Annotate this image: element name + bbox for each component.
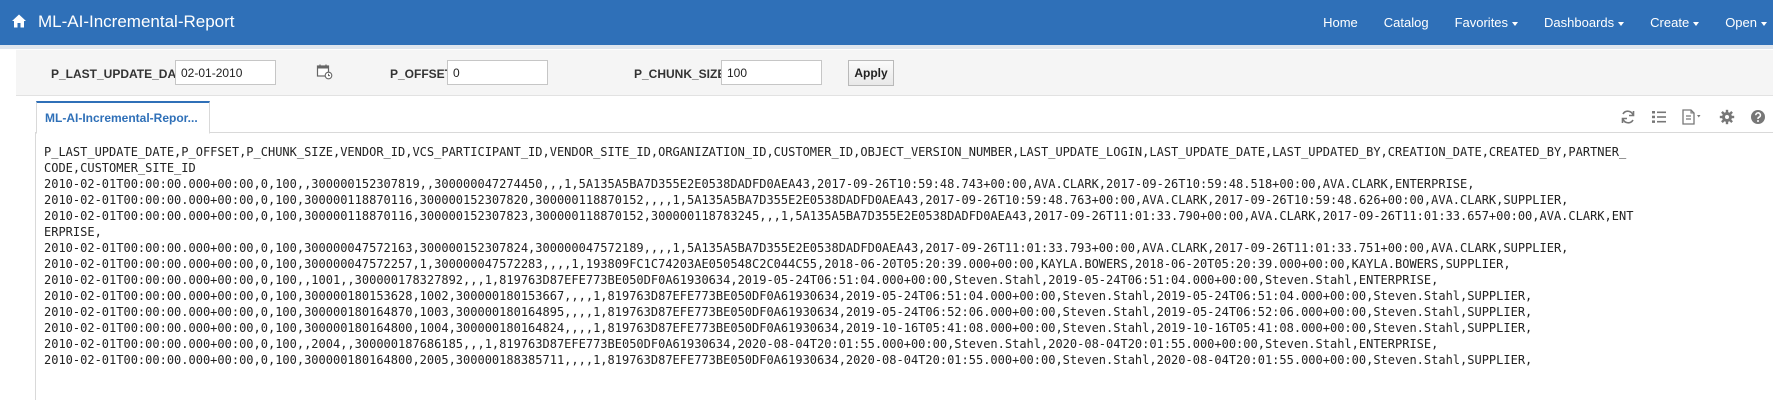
chevron-down-icon [1761,21,1767,26]
nav-dashboards[interactable]: Dashboards [1544,15,1625,30]
report-data-line: 2010-02-01T00:00:00.000+00:00,0,100,,200… [44,337,1439,351]
report-data-line: 2010-02-01T00:00:00.000+00:00,0,100,3000… [44,193,1569,207]
top-bar: ML-AI-Incremental-Report Home Catalog Fa… [0,0,1773,45]
report-data-line: 2010-02-01T00:00:00.000+00:00,0,100,3000… [44,241,1569,255]
report-data-line: 2010-02-01T00:00:00.000+00:00,0,100,,100… [44,273,1439,287]
chunk-size-input[interactable] [721,60,822,85]
nav-favorites-label: Favorites [1454,15,1509,30]
report-data-line: 2010-02-01T00:00:00.000+00:00,0,100,3000… [44,289,1533,303]
last-update-date-input[interactable] [175,60,276,85]
nav-catalog-label: Catalog [1383,15,1429,30]
report-data-line: 2010-02-01T00:00:00.000+00:00,0,100,3000… [44,257,1511,271]
settings-icon[interactable] [1718,108,1736,126]
global-nav: Home Catalog Favorites Dashboards Create… [1297,0,1773,45]
report-toolbar [1606,108,1773,126]
report-panel-border [35,133,36,400]
export-icon[interactable] [1681,108,1705,126]
nav-catalog[interactable]: Catalog [1384,15,1429,30]
nav-create[interactable]: Create [1650,15,1700,30]
chunk-size-label: P_CHUNK_SIZE [634,67,726,81]
last-update-date-label: P_LAST_UPDATE_DATE [51,67,191,81]
report-tab-strip: ML-AI-Incremental-Repor... [35,101,1773,134]
parameter-bar: P_LAST_UPDATE_DATE P_OFFSET P_CHUNK_SIZE… [16,50,1773,96]
offset-label: P_OFFSET [390,67,453,81]
nav-dashboards-label: Dashboards [1544,15,1615,30]
report-output: P_LAST_UPDATE_DATE,P_OFFSET,P_CHUNK_SIZE… [44,144,1766,368]
report-data-line: 2010-02-01T00:00:00.000+00:00,0,100,3000… [44,321,1533,335]
top-bar-shadow [0,45,1773,49]
report-data-line: ERPRISE, [44,225,102,239]
nav-create-label: Create [1650,15,1690,30]
nav-home[interactable]: Home [1323,15,1358,30]
report-data-line: 2010-02-01T00:00:00.000+00:00,0,100,,300… [44,177,1475,191]
chevron-down-icon [1693,21,1700,26]
app-title: ML-AI-Incremental-Report [38,12,235,31]
chevron-down-icon [1618,21,1625,26]
report-header-line: CODE,CUSTOMER_SITE_ID [44,161,196,175]
list-icon[interactable] [1650,108,1668,126]
nav-open-label: Open [1725,15,1757,30]
nav-favorites[interactable]: Favorites [1454,15,1519,30]
help-icon[interactable] [1749,108,1767,126]
offset-input[interactable] [447,60,548,85]
report-data-line: 2010-02-01T00:00:00.000+00:00,0,100,3000… [44,353,1533,367]
tab-report[interactable]: ML-AI-Incremental-Repor... [36,101,210,134]
refresh-icon[interactable] [1619,108,1637,126]
report-header-line: P_LAST_UPDATE_DATE,P_OFFSET,P_CHUNK_SIZE… [44,145,1627,159]
tab-report-label: ML-AI-Incremental-Repor... [45,111,198,125]
chevron-down-icon [1512,21,1519,26]
apply-button[interactable]: Apply [848,60,894,86]
nav-home-label: Home [1323,15,1358,30]
report-data-line: 2010-02-01T00:00:00.000+00:00,0,100,3000… [44,305,1533,319]
calendar-icon[interactable] [316,63,333,80]
nav-open[interactable]: Open [1725,15,1767,30]
report-data-line: 2010-02-01T00:00:00.000+00:00,0,100,3000… [44,209,1634,223]
home-icon[interactable] [11,13,27,29]
